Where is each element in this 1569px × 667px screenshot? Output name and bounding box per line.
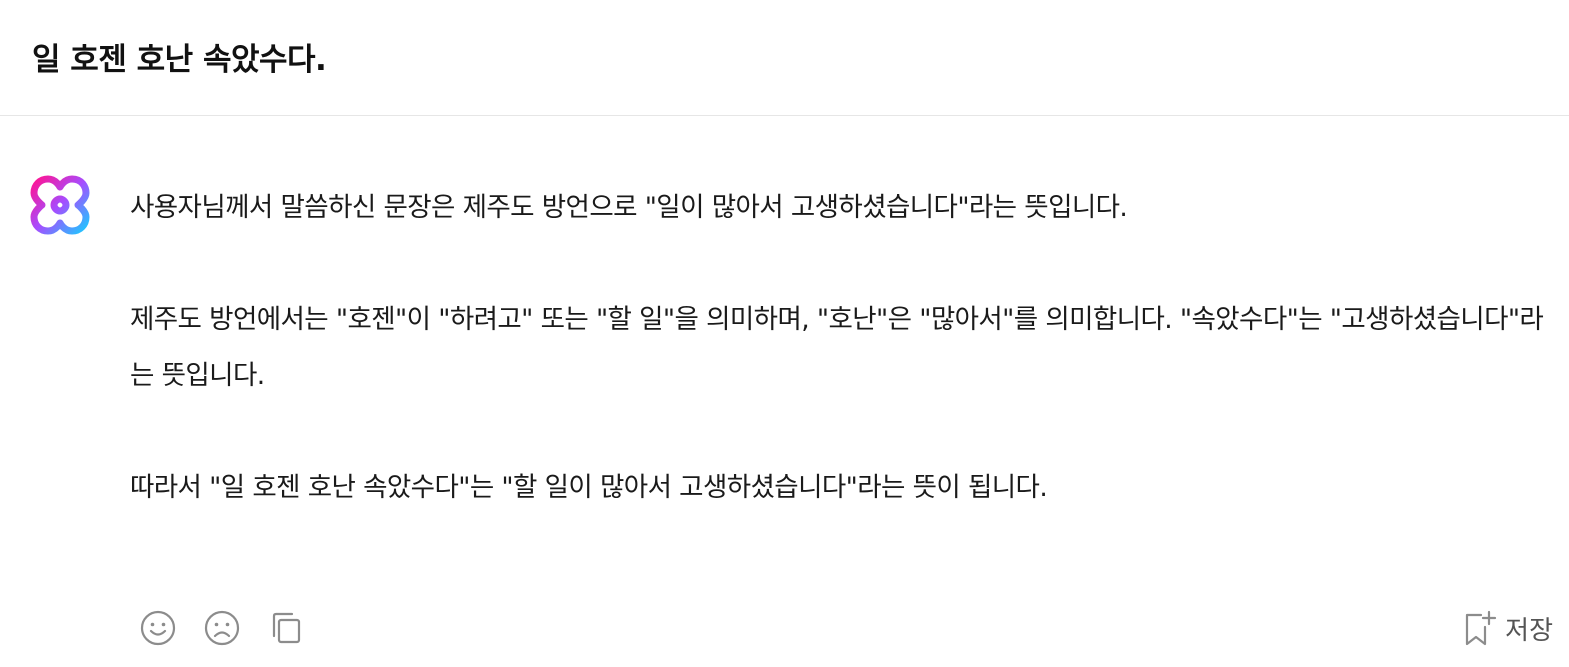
feedback-actions	[138, 608, 306, 648]
answer-paragraph: 사용자님께서 말씀하신 문장은 제주도 방언으로 "일이 많아서 고생하셨습니다…	[130, 192, 1128, 223]
answer-paragraph: 따라서 "일 호젠 호난 속았수다"는 "할 일이 많아서 고생하셨습니다"라는…	[130, 472, 1048, 503]
bookmark-add-icon	[1466, 610, 1497, 646]
user-question: 일 호젠 호난 속았수다.	[32, 42, 327, 78]
save-label: 저장	[1505, 615, 1553, 646]
chat-header: 일 호젠 호난 속았수다.	[0, 0, 1569, 116]
assistant-answer: 사용자님께서 말씀하신 문장은 제주도 방언으로 "일이 많아서 고생하셨습니다…	[130, 180, 1550, 516]
smile-icon	[140, 610, 176, 646]
dislike-button[interactable]	[202, 608, 242, 648]
like-button[interactable]	[138, 608, 178, 648]
copy-icon	[272, 612, 301, 644]
answer-paragraph: 제주도 방언에서는 "호젠"이 "하려고" 또는 "할 일"을 의미하며, "호…	[130, 304, 1544, 391]
copy-button[interactable]	[266, 608, 306, 648]
assistant-logo-icon	[30, 175, 90, 235]
save-button[interactable]: 저장	[1461, 608, 1553, 648]
frown-icon	[204, 610, 240, 646]
